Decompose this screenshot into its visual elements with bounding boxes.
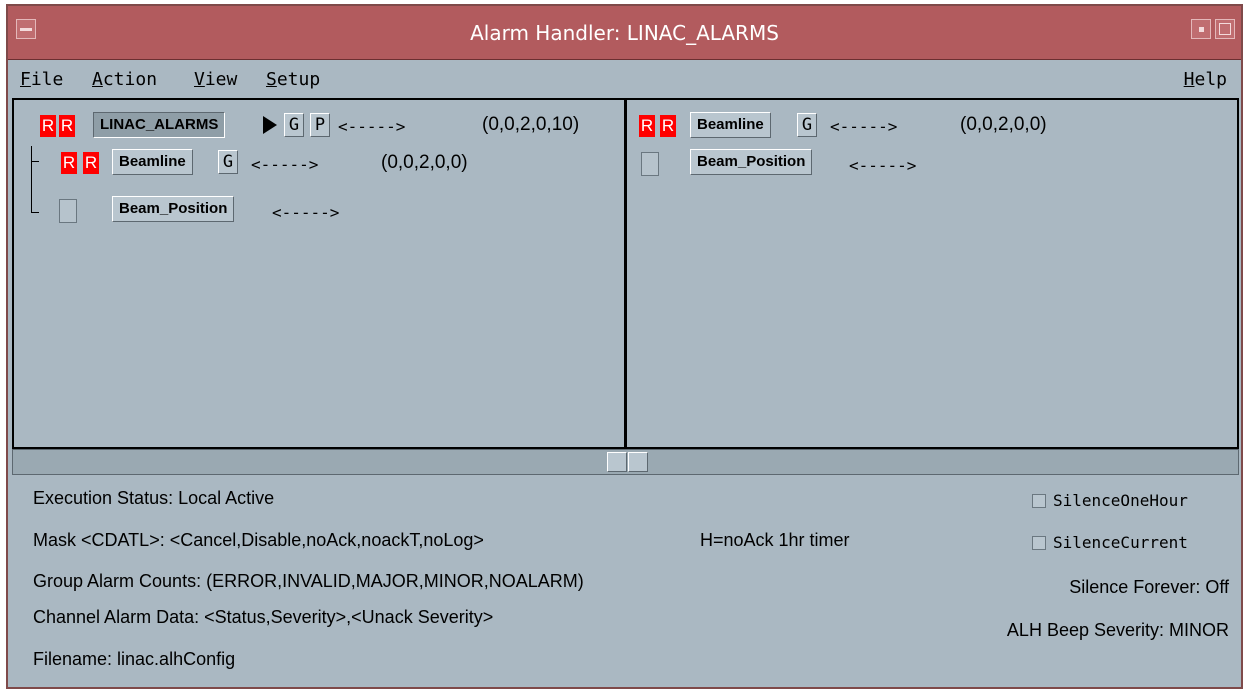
tree-connector	[31, 146, 32, 212]
beep-severity-status: ALH Beep Severity: MINOR	[1006, 620, 1229, 640]
expanded-arrow-icon[interactable]	[263, 116, 277, 134]
detail-beam-position-arrow-indicator: <----->	[849, 156, 917, 175]
silence-forever-status: Silence Forever: Off	[1069, 577, 1229, 597]
detail-channel-button-beam-position[interactable]: Beam_Position	[690, 149, 813, 175]
title-bar[interactable]: Alarm Handler: LINAC_ALARMS	[8, 6, 1241, 60]
horizontal-scrollbar[interactable]	[12, 449, 1239, 475]
menu-setup-label: etup	[276, 69, 321, 90]
beamline-unack-cell: R	[83, 152, 99, 174]
menu-bar: File Action View Setup Help	[8, 60, 1241, 98]
group-button-linac-alarms[interactable]: LINAC_ALARMS	[93, 112, 226, 138]
filename: Filename: linac.alhConfig	[33, 649, 236, 669]
mask-timer-note: H=noAck 1hr timer	[700, 530, 850, 550]
menu-file-mnemonic: F	[20, 69, 31, 90]
menu-help[interactable]: Help	[1184, 69, 1227, 90]
group-contents-pane[interactable]: R R Beamline G <-----> (0,0,2,0,0) Beam_…	[625, 98, 1239, 449]
detail-group-button-beamline[interactable]: Beamline	[690, 112, 771, 138]
detail-beamline-alarm-counts: (0,0,2,0,0)	[960, 114, 1047, 135]
tree-connector	[31, 161, 39, 162]
menu-setup-mnemonic: S	[266, 69, 277, 90]
alarm-tree-pane[interactable]: R R LINAC_ALARMS G P <-----> (0,0,2,0,10…	[12, 98, 626, 449]
menu-action-label: ction	[102, 69, 158, 90]
root-alarm-counts: (0,0,2,0,10)	[482, 114, 580, 135]
beamline-status-cell: R	[61, 152, 77, 174]
channel-button-beam-position[interactable]: Beam_Position	[112, 196, 235, 222]
detail-beam-position-status-cell	[641, 152, 659, 176]
detail-beamline-unack-cell: R	[660, 115, 676, 137]
menu-view-mnemonic: V	[194, 69, 205, 90]
root-arrow-indicator: <----->	[338, 117, 406, 136]
group-button-beamline[interactable]: Beamline	[112, 149, 193, 175]
mask-legend: Mask <CDATL>: <Cancel,Disable,noAck,noac…	[33, 530, 484, 550]
process-button[interactable]: P	[310, 113, 330, 137]
channel-data-legend: Channel Alarm Data: <Status,Severity>,<U…	[33, 607, 494, 627]
execution-status: Execution Status: Local Active	[33, 488, 275, 508]
beam-position-status-cell	[59, 199, 77, 223]
guidance-button[interactable]: G	[284, 113, 304, 137]
menu-help-mnemonic: H	[1183, 69, 1195, 90]
silence-current-label[interactable]: SilenceCurrent	[1053, 533, 1188, 552]
silence-current-checkbox[interactable]	[1032, 536, 1046, 550]
beam-position-arrow-indicator: <----->	[272, 203, 340, 222]
detail-beamline-status-cell: R	[639, 115, 655, 137]
root-status-cell: R	[40, 115, 56, 137]
menu-action[interactable]: Action	[92, 69, 157, 90]
beamline-arrow-indicator: <----->	[251, 155, 319, 174]
beamline-alarm-counts: (0,0,2,0,0)	[381, 152, 468, 173]
menu-file[interactable]: File	[20, 69, 63, 90]
scrollbar-thumb-left[interactable]	[607, 452, 627, 472]
detail-beamline-arrow-indicator: <----->	[830, 117, 898, 136]
alarm-handler-window: Alarm Handler: LINAC_ALARMS File Action …	[6, 4, 1243, 689]
guidance-button[interactable]: G	[218, 150, 238, 174]
group-counts-legend: Group Alarm Counts: (ERROR,INVALID,MAJOR…	[33, 571, 584, 591]
silence-one-hour-checkbox[interactable]	[1032, 494, 1046, 508]
menu-view[interactable]: View	[194, 69, 237, 90]
tree-connector	[31, 212, 39, 213]
menu-setup[interactable]: Setup	[266, 69, 320, 90]
menu-action-mnemonic: A	[92, 69, 103, 90]
silence-one-hour-label[interactable]: SilenceOneHour	[1053, 491, 1188, 510]
guidance-button[interactable]: G	[797, 113, 817, 137]
scrollbar-thumb-right[interactable]	[628, 452, 648, 472]
menu-view-label: iew	[204, 69, 238, 90]
menu-help-label: elp	[1194, 69, 1227, 90]
maximize-button[interactable]	[1215, 19, 1235, 39]
window-title: Alarm Handler: LINAC_ALARMS	[470, 21, 779, 45]
minimize-button[interactable]	[1191, 19, 1211, 39]
menu-file-label: ile	[30, 69, 64, 90]
root-unack-cell: R	[59, 115, 75, 137]
